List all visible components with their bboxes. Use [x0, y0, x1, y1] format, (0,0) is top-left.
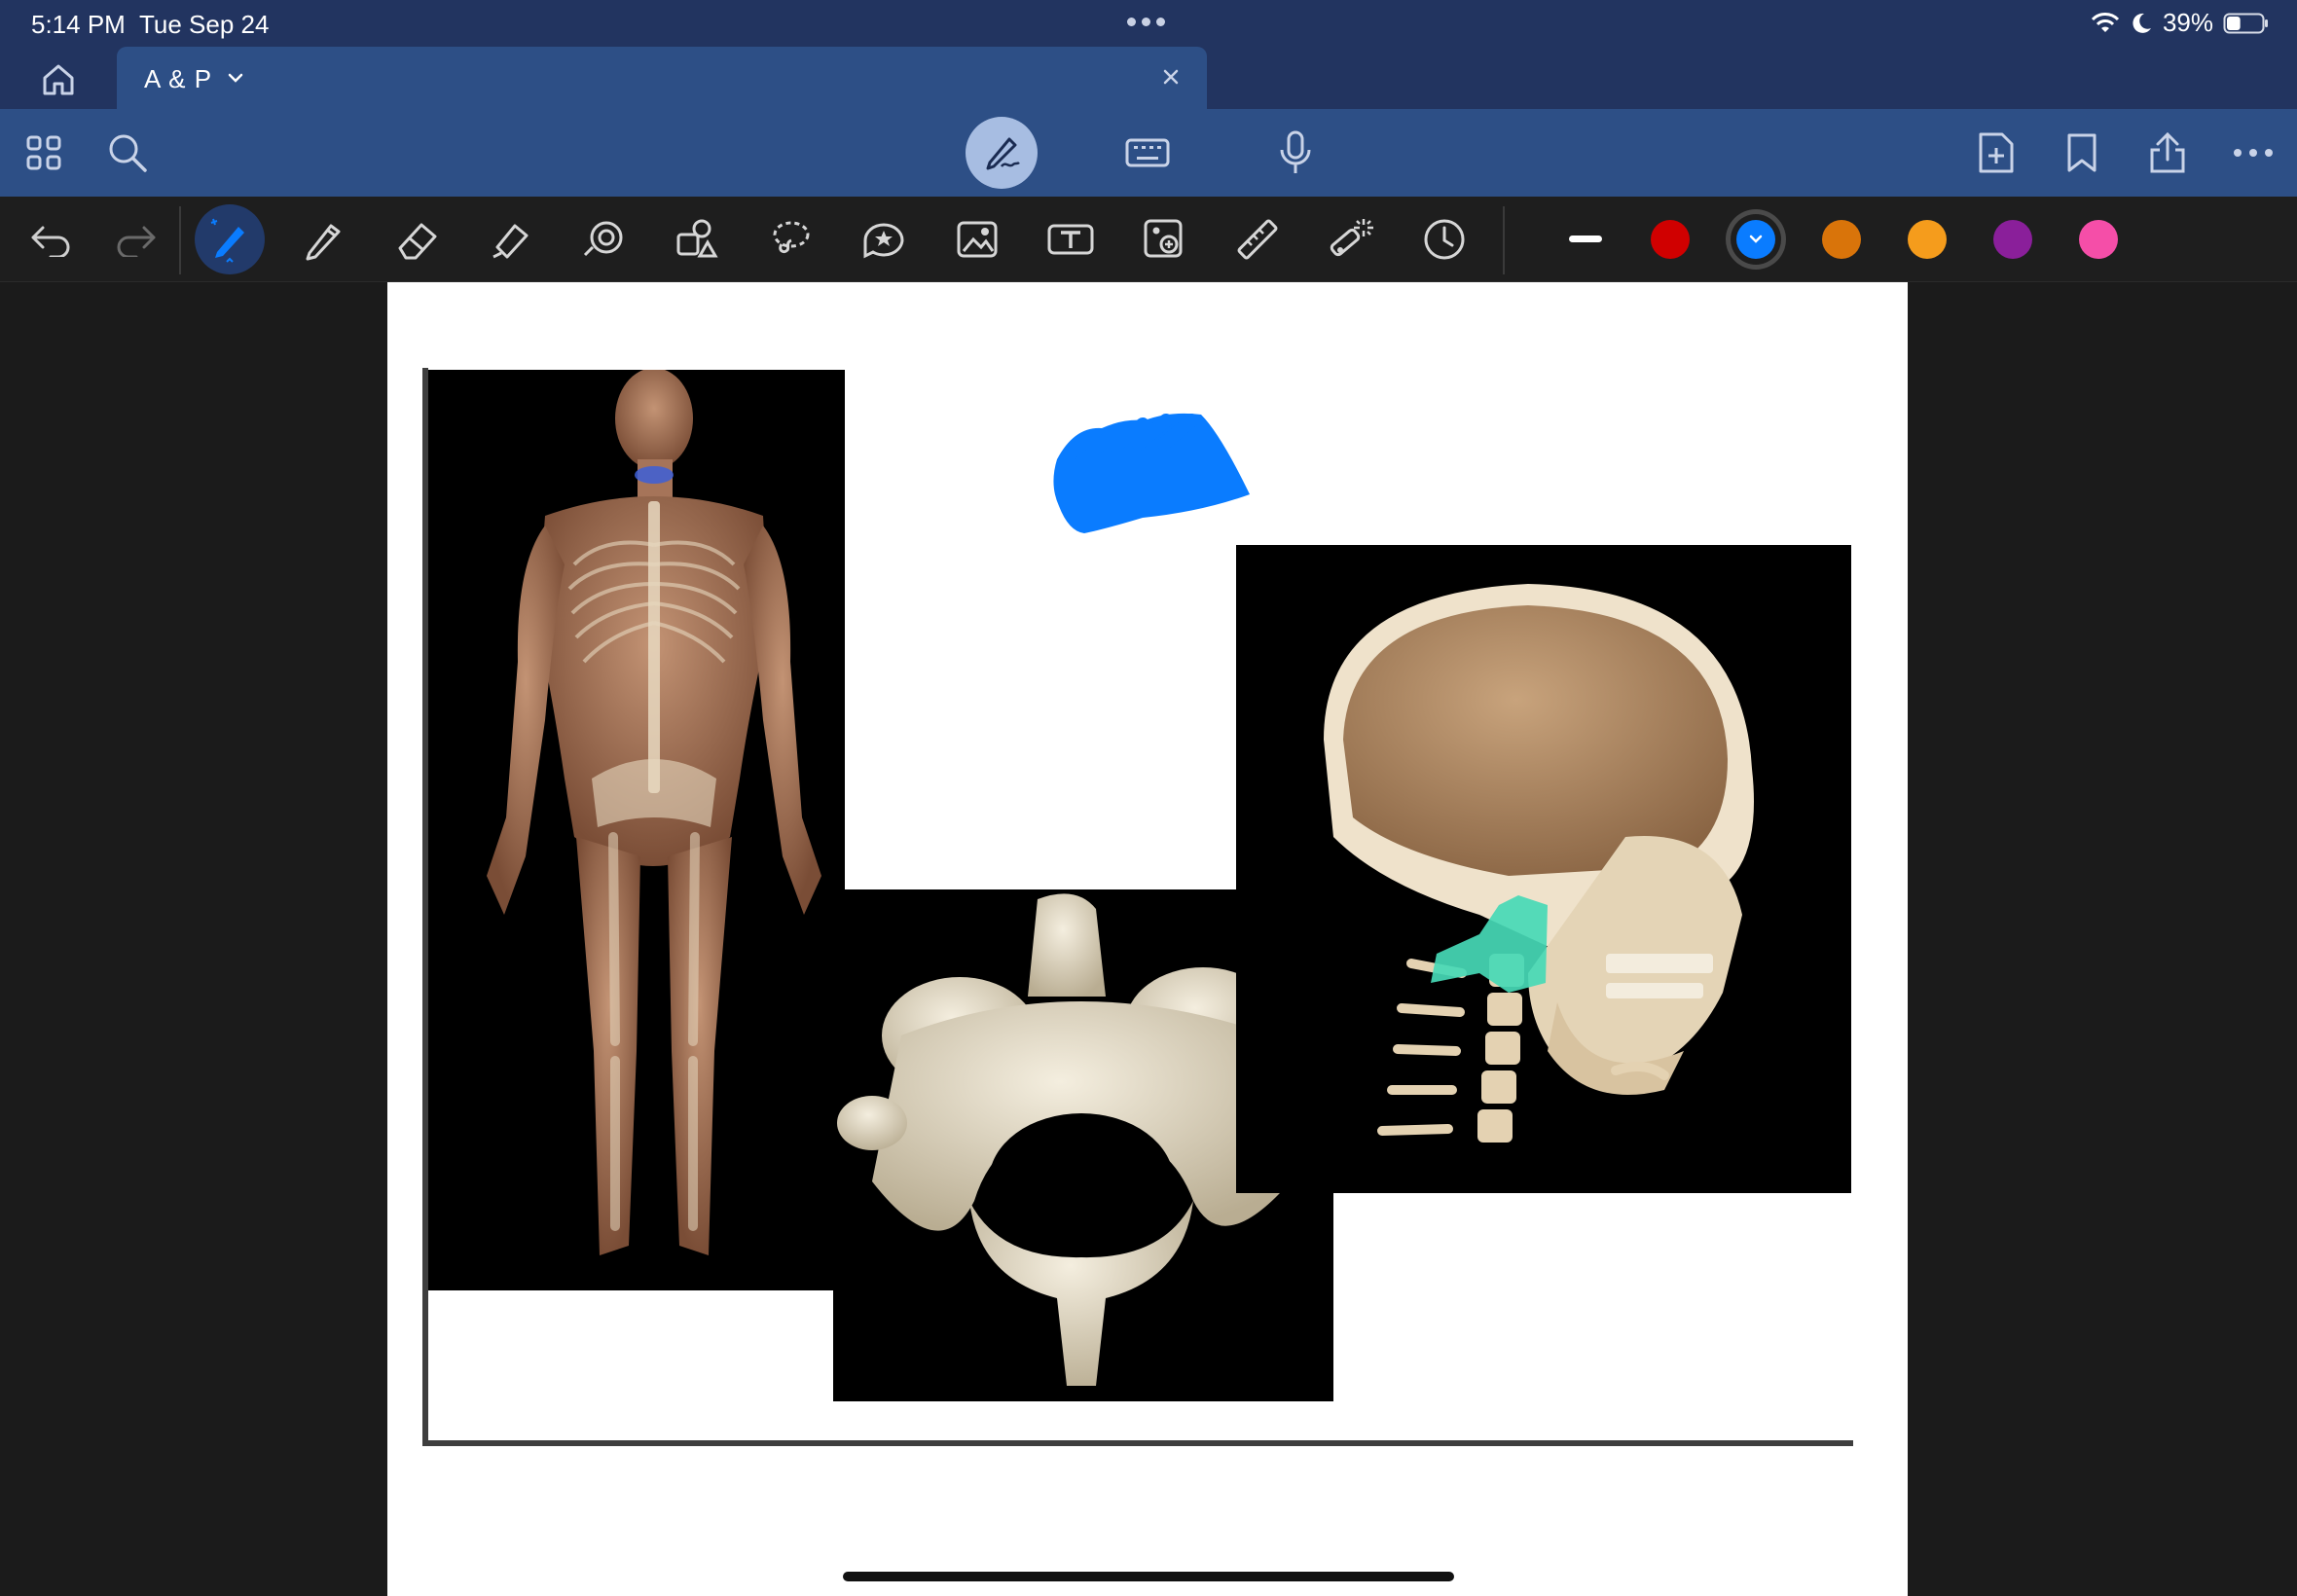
- main-toolbar: [0, 109, 2297, 197]
- chevron-down-icon[interactable]: [224, 66, 247, 90]
- frame-border-bottom: [422, 1440, 1853, 1446]
- status-time: 5:14 PM: [31, 10, 126, 39]
- frame-border-left: [422, 368, 428, 1446]
- pen-mode-icon[interactable]: [966, 117, 1038, 189]
- text-icon[interactable]: [1041, 210, 1100, 269]
- multitasking-dots-icon[interactable]: [1127, 18, 1165, 26]
- share-icon[interactable]: [2141, 127, 2194, 179]
- color-swatch-dark-orange[interactable]: [1822, 220, 1861, 259]
- camera-icon[interactable]: [1135, 210, 1193, 269]
- top-bar-background: 5:14 PM Tue Sep 24 39% A & P: [0, 0, 2297, 109]
- color-swatch-orange[interactable]: [1908, 220, 1947, 259]
- highlighter-icon[interactable]: [481, 210, 539, 269]
- image-icon[interactable]: [948, 210, 1006, 269]
- drawing-toolbar: [0, 197, 2297, 282]
- history-icon[interactable]: [1415, 210, 1474, 269]
- status-bar: 5:14 PM Tue Sep 24 39%: [0, 0, 2297, 47]
- stroke-width-indicator[interactable]: [1569, 236, 1602, 242]
- elements-icon[interactable]: [668, 210, 726, 269]
- search-icon[interactable]: [101, 127, 154, 179]
- close-icon[interactable]: [1158, 64, 1184, 90]
- home-icon[interactable]: [37, 58, 80, 101]
- sticker-icon[interactable]: [855, 210, 913, 269]
- shape-icon[interactable]: [574, 210, 633, 269]
- pencil-icon[interactable]: [294, 210, 352, 269]
- skull-sagittal-image[interactable]: [1236, 545, 1851, 1193]
- bookmark-icon[interactable]: [2056, 127, 2108, 179]
- document-tab-title: A & P: [144, 64, 213, 93]
- battery-percent: 39%: [2162, 8, 2213, 37]
- status-date: Tue Sep 24: [139, 10, 270, 39]
- wifi-icon: [2091, 12, 2120, 32]
- more-icon[interactable]: [2227, 127, 2279, 179]
- posterior-skeleton-image[interactable]: [428, 370, 845, 1290]
- lasso-icon[interactable]: [761, 210, 820, 269]
- chevron-down-icon: [1749, 235, 1763, 243]
- add-page-icon[interactable]: [1970, 127, 2023, 179]
- keyboard-icon[interactable]: [1121, 127, 1174, 179]
- undo-icon[interactable]: [21, 210, 80, 269]
- color-swatch-pink[interactable]: [2079, 220, 2118, 259]
- battery-icon: [2223, 13, 2268, 33]
- microphone-icon[interactable]: [1269, 127, 1322, 179]
- grid-icon[interactable]: [18, 127, 70, 179]
- redo-icon[interactable]: [107, 210, 165, 269]
- color-swatch-red[interactable]: [1651, 220, 1690, 259]
- toolbar-divider: [179, 206, 181, 274]
- fountain-pen-icon[interactable]: [195, 204, 265, 274]
- moon-icon: [2133, 13, 2151, 33]
- home-indicator[interactable]: [843, 1572, 1454, 1581]
- color-swatch-blue[interactable]: [1736, 220, 1775, 259]
- status-indicators: 39%: [2091, 8, 2270, 38]
- toolbar-divider: [1503, 206, 1505, 274]
- eraser-icon[interactable]: [387, 210, 446, 269]
- document-tab[interactable]: A & P: [117, 47, 1207, 109]
- color-swatch-purple[interactable]: [1993, 220, 2032, 259]
- laser-pointer-icon[interactable]: [1322, 210, 1380, 269]
- blue-scribble[interactable]: [1045, 405, 1259, 537]
- ruler-icon[interactable]: [1228, 210, 1287, 269]
